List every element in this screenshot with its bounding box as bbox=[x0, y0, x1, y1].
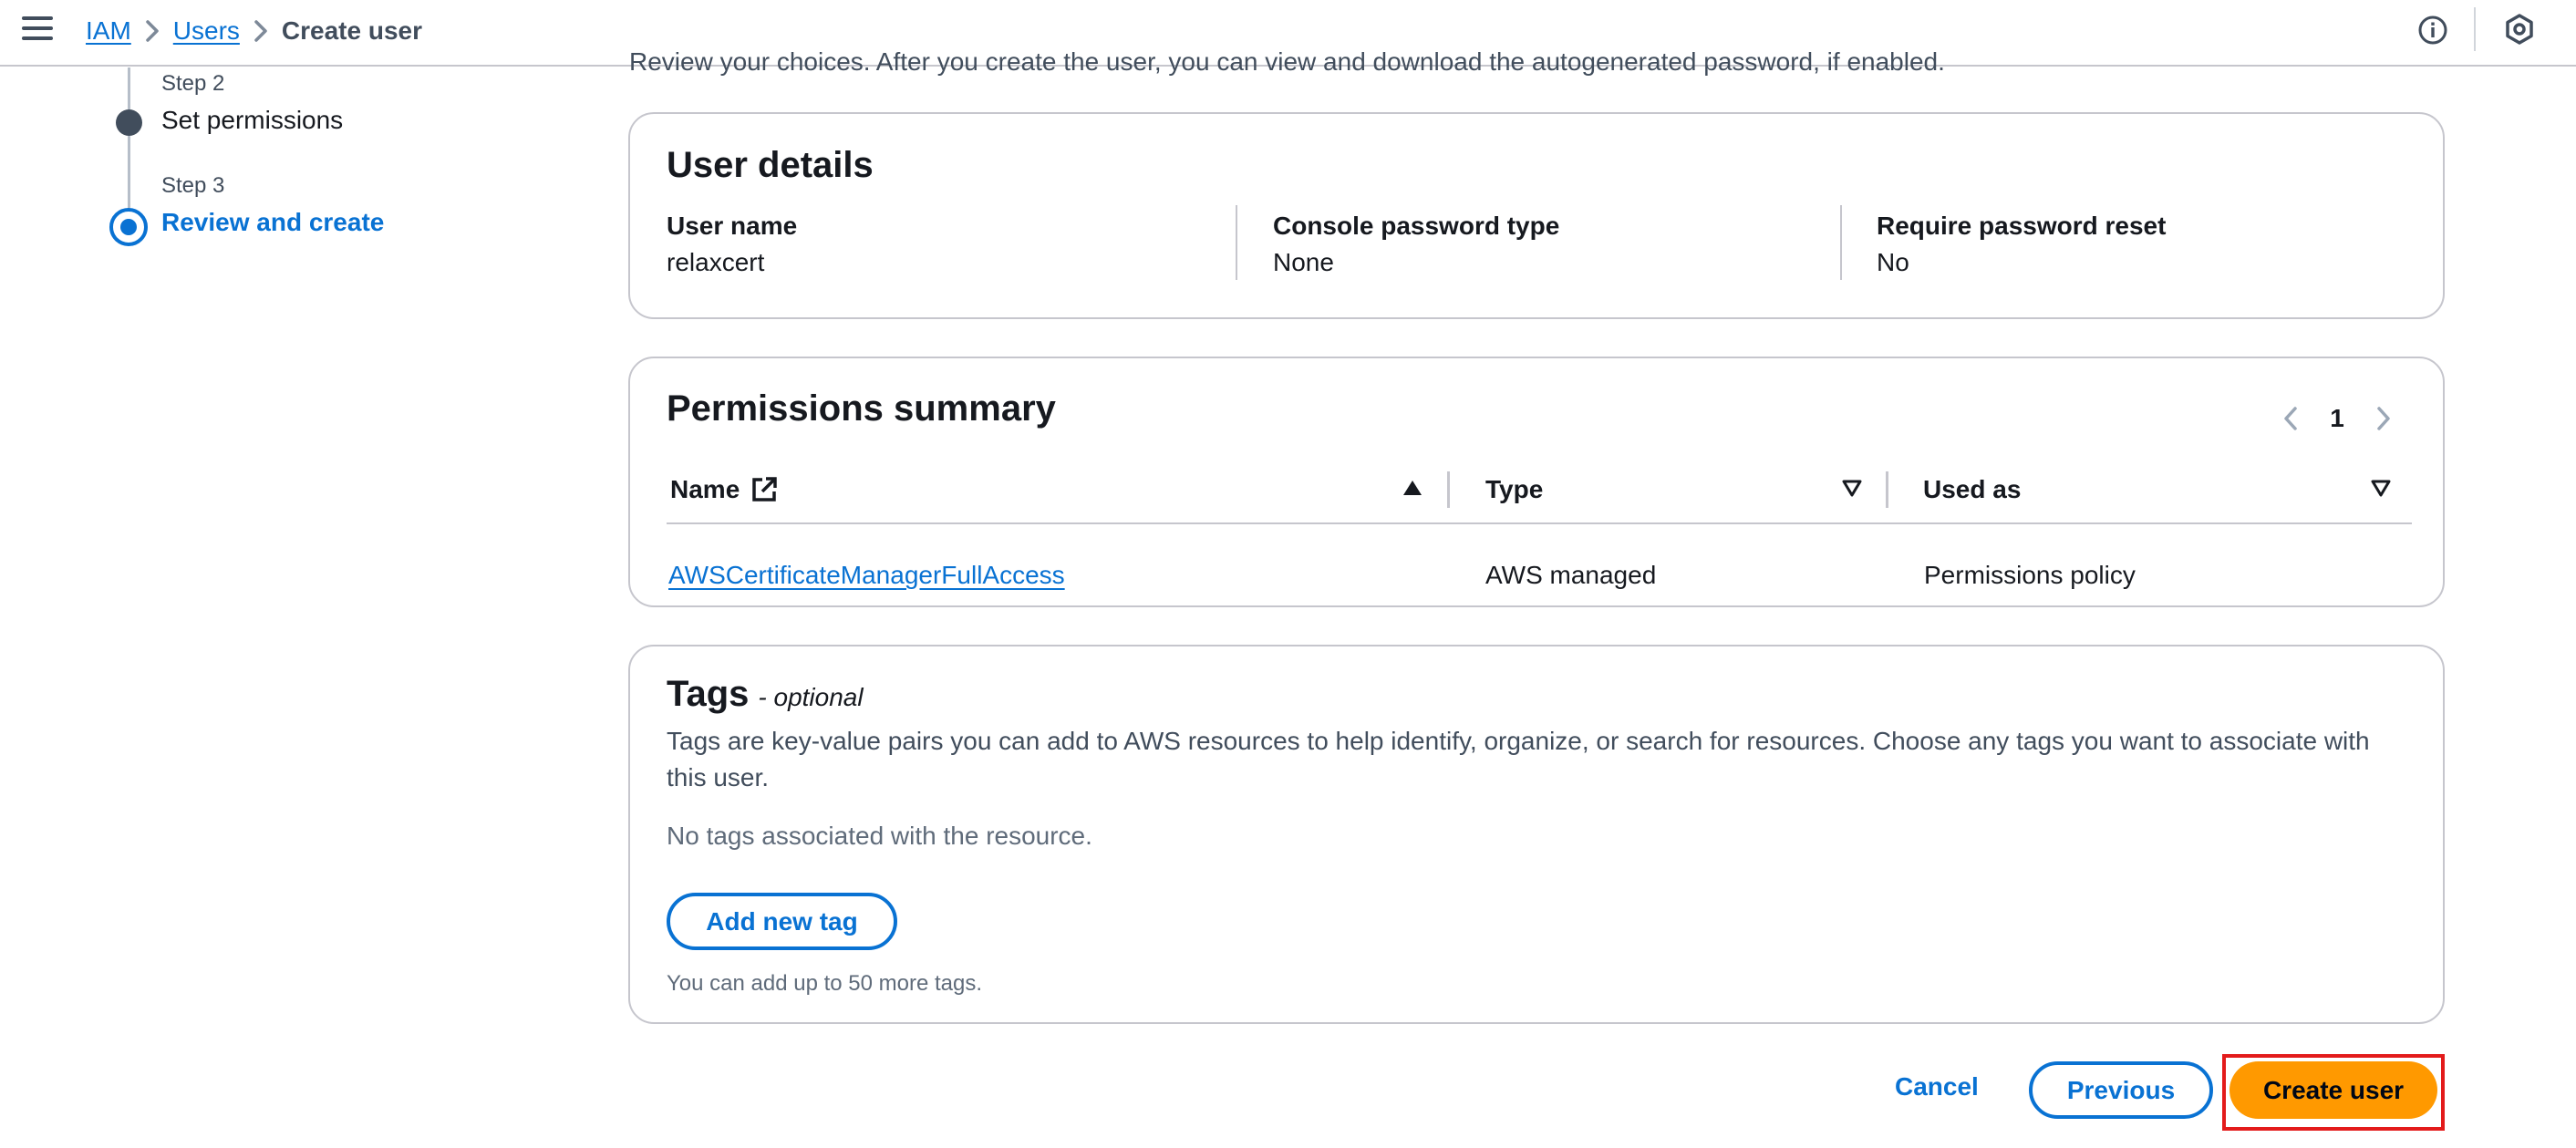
chevron-right-icon bbox=[131, 13, 173, 49]
password-type-label: Console password type bbox=[1273, 212, 1560, 240]
external-link-icon bbox=[750, 476, 778, 503]
pagination: 1 bbox=[2279, 404, 2395, 433]
no-tags-message: No tags associated with the resource. bbox=[667, 822, 1092, 850]
breadcrumb-current: Create user bbox=[281, 16, 422, 45]
permissions-summary-title: Permissions summary bbox=[667, 388, 1056, 429]
create-user-button[interactable]: Create user bbox=[2229, 1061, 2437, 1119]
step-3-label: Step 3 bbox=[161, 173, 225, 198]
step-completed-dot bbox=[116, 109, 142, 136]
policy-type-cell: AWS managed bbox=[1485, 561, 1657, 589]
step-2-title[interactable]: Set permissions bbox=[161, 106, 343, 135]
tags-panel: Tags - optional Tags are key-value pairs… bbox=[628, 645, 2445, 1024]
breadcrumb-users[interactable]: Users bbox=[173, 16, 240, 46]
breadcrumb: IAM Users Create user bbox=[86, 13, 422, 49]
column-header-type[interactable]: Type bbox=[1485, 470, 1543, 510]
password-reset-label: Require password reset bbox=[1877, 212, 2167, 240]
user-name-label: User name bbox=[667, 212, 798, 240]
settings-icon[interactable] bbox=[2503, 13, 2536, 46]
user-details-title: User details bbox=[667, 145, 874, 185]
page-description: Review your choices. After you create th… bbox=[629, 47, 1945, 76]
header-divider bbox=[2474, 7, 2476, 51]
column-header-name-label: Name bbox=[670, 475, 740, 503]
stepper-connector bbox=[128, 67, 130, 109]
table-header-divider bbox=[667, 522, 2412, 524]
chevron-right-icon[interactable] bbox=[2370, 404, 2395, 433]
breadcrumb-iam[interactable]: IAM bbox=[86, 16, 131, 46]
sort-ascending-icon[interactable] bbox=[1402, 477, 1423, 499]
step-2-label: Step 2 bbox=[161, 71, 225, 96]
sort-icon[interactable] bbox=[2370, 477, 2392, 499]
column-resizer[interactable] bbox=[1447, 471, 1450, 508]
info-icon[interactable] bbox=[2417, 15, 2448, 46]
hamburger-menu-icon[interactable] bbox=[22, 16, 53, 44]
column-divider bbox=[1236, 205, 1237, 280]
tags-limit-hint: You can add up to 50 more tags. bbox=[667, 971, 983, 996]
tags-title: Tags bbox=[667, 674, 750, 714]
previous-button[interactable]: Previous bbox=[2029, 1061, 2213, 1119]
tags-header: Tags - optional bbox=[667, 674, 864, 715]
permissions-summary-panel: Permissions summary 1 Name Type Used as … bbox=[628, 357, 2445, 607]
page-number[interactable]: 1 bbox=[2326, 404, 2348, 433]
add-new-tag-button[interactable]: Add new tag bbox=[667, 893, 897, 950]
tags-optional-label: - optional bbox=[758, 683, 864, 711]
user-name-value: relaxcert bbox=[667, 248, 765, 276]
stepper-connector bbox=[128, 136, 130, 208]
cancel-button[interactable]: Cancel bbox=[1895, 1072, 1979, 1101]
column-header-name[interactable]: Name bbox=[670, 470, 778, 510]
column-divider bbox=[1840, 205, 1842, 280]
step-3-title: Review and create bbox=[161, 208, 385, 236]
column-header-used-as[interactable]: Used as bbox=[1923, 470, 2021, 510]
chevron-right-icon bbox=[240, 13, 282, 49]
user-details-panel: User details User name relaxcert Console… bbox=[628, 112, 2445, 319]
sort-icon[interactable] bbox=[1841, 477, 1863, 499]
policy-used-as-cell: Permissions policy bbox=[1924, 561, 2136, 589]
tags-description: Tags are key-value pairs you can add to … bbox=[667, 727, 2370, 791]
step-current-dot bbox=[109, 208, 148, 246]
column-resizer[interactable] bbox=[1886, 471, 1888, 508]
policy-name-link[interactable]: AWSCertificateManagerFullAccess bbox=[668, 561, 1065, 590]
password-reset-value: No bbox=[1877, 248, 1909, 276]
chevron-left-icon[interactable] bbox=[2279, 404, 2304, 433]
password-type-value: None bbox=[1273, 248, 1334, 276]
